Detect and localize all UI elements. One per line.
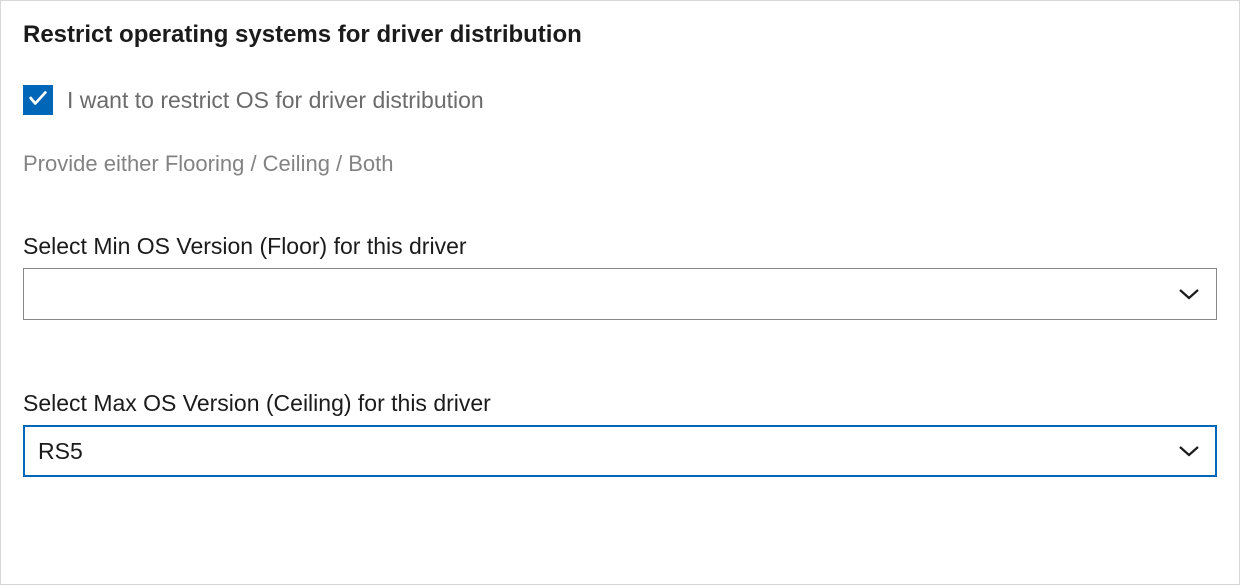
checkmark-icon	[27, 87, 49, 114]
restrict-os-checkbox-label: I want to restrict OS for driver distrib…	[67, 87, 484, 114]
max-os-value: RS5	[38, 438, 83, 465]
min-os-field: Select Min OS Version (Floor) for this d…	[23, 233, 1217, 320]
restrict-os-checkbox-row: I want to restrict OS for driver distrib…	[23, 85, 1217, 115]
panel-heading: Restrict operating systems for driver di…	[23, 21, 1217, 49]
max-os-select[interactable]: RS5	[23, 425, 1217, 477]
max-os-label: Select Max OS Version (Ceiling) for this…	[23, 390, 1217, 417]
max-os-field: Select Max OS Version (Ceiling) for this…	[23, 390, 1217, 477]
chevron-down-icon	[1178, 444, 1200, 458]
chevron-down-icon	[1178, 287, 1200, 301]
restrict-os-checkbox[interactable]	[23, 85, 53, 115]
min-os-select[interactable]	[23, 268, 1217, 320]
helper-text: Provide either Flooring / Ceiling / Both	[23, 151, 1217, 177]
restrict-os-panel: Restrict operating systems for driver di…	[0, 0, 1240, 585]
min-os-label: Select Min OS Version (Floor) for this d…	[23, 233, 1217, 260]
